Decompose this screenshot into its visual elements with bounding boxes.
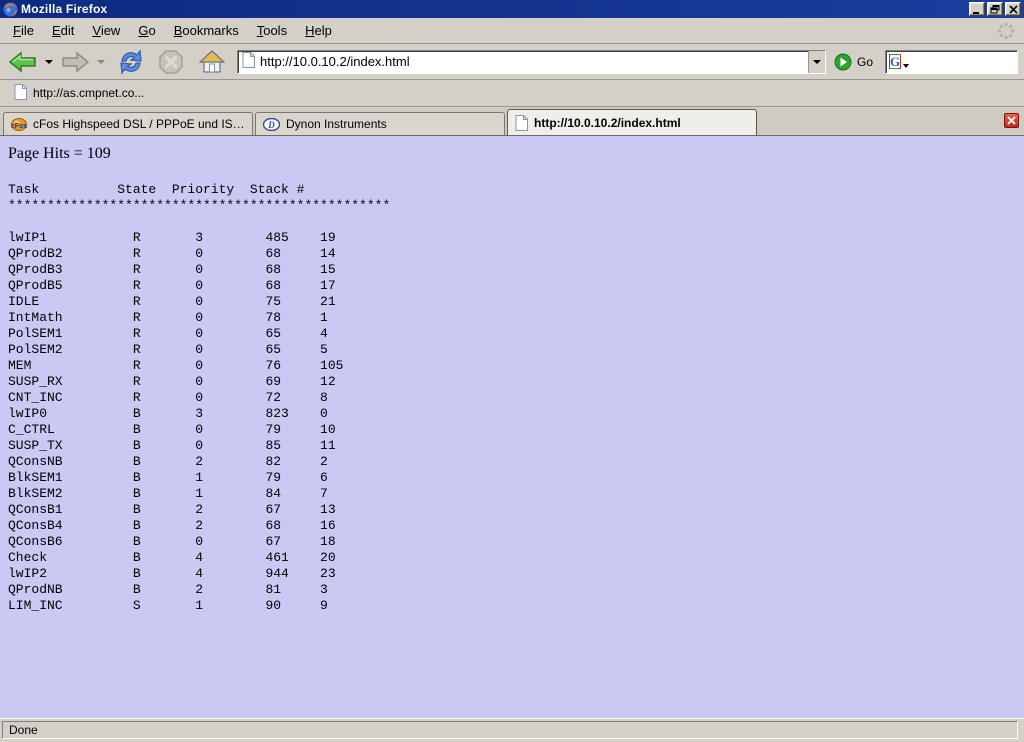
tab-label: cFos Highspeed DSL / PPPoE und ISDN CAP.…	[33, 117, 245, 131]
restore-button[interactable]	[987, 2, 1003, 16]
status-text: Done	[9, 723, 38, 737]
cfos-icon: cFos	[11, 117, 27, 131]
tab-2[interactable]: D Dynon Instruments	[255, 112, 505, 135]
bookmarks-toolbar: http://as.cmpnet.co...	[0, 80, 1024, 107]
forward-dropdown-caret[interactable]	[97, 60, 105, 64]
page-content: Page Hits = 109 Task State Priority Stac…	[0, 136, 1024, 718]
dynon-icon: D	[263, 118, 280, 131]
bookmark-label: http://as.cmpnet.co...	[33, 86, 144, 100]
close-tab-button[interactable]	[1004, 113, 1019, 128]
menu-bar: FileEditViewGoBookmarksToolsHelp	[0, 18, 1024, 44]
url-bar	[237, 50, 826, 74]
close-button[interactable]	[1005, 2, 1021, 16]
menu-file[interactable]: File	[4, 20, 43, 41]
menu-edit[interactable]: Edit	[43, 20, 83, 41]
tab-label: Dynon Instruments	[286, 117, 387, 131]
stop-button[interactable]	[156, 47, 186, 77]
menu-help[interactable]: Help	[296, 20, 341, 41]
page-icon	[14, 84, 27, 103]
status-panel: Done	[2, 721, 1018, 739]
go-label: Go	[857, 55, 873, 69]
tab-label: http://10.0.10.2/index.html	[534, 116, 681, 130]
go-button[interactable]: Go	[834, 53, 873, 71]
svg-text:cFos: cFos	[11, 123, 27, 130]
bookmark-item[interactable]: http://as.cmpnet.co...	[10, 82, 148, 105]
page-icon	[515, 115, 528, 131]
tab-3[interactable]: http://10.0.10.2/index.html	[507, 109, 757, 135]
navigation-toolbar: Go G	[0, 44, 1024, 80]
menu-tools[interactable]: Tools	[248, 20, 296, 41]
window-controls	[969, 2, 1021, 16]
home-button[interactable]	[197, 48, 227, 76]
forward-button[interactable]	[58, 48, 92, 76]
url-dropdown-button[interactable]	[808, 51, 825, 73]
url-input[interactable]	[260, 52, 808, 72]
reload-button[interactable]	[116, 47, 146, 77]
go-icon	[834, 53, 852, 71]
page-hits-text: Page Hits = 109	[8, 145, 1024, 163]
menu-bar-items: FileEditViewGoBookmarksToolsHelp	[4, 20, 341, 41]
page-icon	[242, 52, 255, 71]
tab-1[interactable]: cFos cFos Highspeed DSL / PPPoE und ISDN …	[3, 112, 253, 135]
task-table: Task State Priority Stack # ************…	[8, 182, 1024, 614]
browser-window: Mozilla Firefox FileEditViewGoBookmarksT…	[0, 0, 1024, 742]
menu-bookmarks[interactable]: Bookmarks	[165, 20, 248, 41]
search-box[interactable]: G	[885, 50, 1018, 74]
tab-bar: cFos cFos Highspeed DSL / PPPoE und ISDN …	[0, 107, 1024, 136]
firefox-icon	[3, 2, 18, 17]
status-bar: Done	[0, 718, 1024, 742]
svg-text:D: D	[267, 120, 275, 130]
google-logo-icon: G	[889, 54, 901, 69]
menu-go[interactable]: Go	[129, 20, 164, 41]
window-title: Mozilla Firefox	[21, 2, 107, 16]
title-bar: Mozilla Firefox	[0, 0, 1024, 18]
menu-view[interactable]: View	[83, 20, 129, 41]
throbber-icon	[996, 21, 1016, 44]
search-input[interactable]	[909, 53, 1024, 71]
back-dropdown-caret[interactable]	[45, 60, 53, 64]
minimize-button[interactable]	[969, 2, 985, 16]
back-button[interactable]	[6, 48, 40, 76]
